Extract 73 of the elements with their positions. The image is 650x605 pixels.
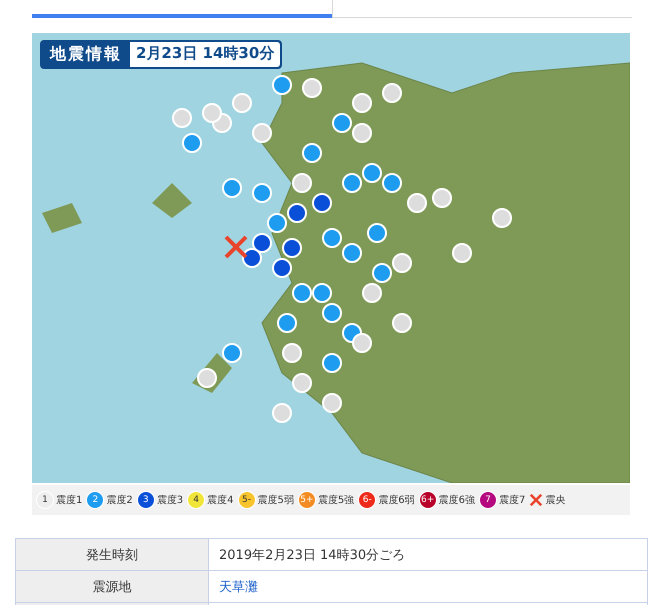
station-marker — [222, 343, 242, 363]
station-marker — [282, 238, 302, 258]
station-marker — [372, 263, 392, 283]
station-marker — [352, 123, 372, 143]
legend-label: 震度5弱 — [258, 494, 294, 507]
map-date: 2月23日 14時30分 — [130, 42, 280, 67]
station-marker — [272, 75, 292, 95]
station-marker — [392, 313, 412, 333]
station-marker — [272, 403, 292, 423]
station-marker — [232, 93, 252, 113]
station-marker — [252, 183, 272, 203]
station-marker — [222, 178, 242, 198]
station-marker — [452, 243, 472, 263]
station-marker — [492, 208, 512, 228]
island — [42, 203, 82, 233]
location-link[interactable]: 天草灘 — [219, 580, 258, 594]
island — [152, 183, 192, 218]
station-marker — [287, 203, 307, 223]
station-marker — [267, 213, 287, 233]
station-marker — [322, 303, 342, 323]
station-marker — [342, 173, 362, 193]
intensity-marker: 6- — [358, 491, 376, 509]
intensity-marker: 2 — [86, 491, 104, 509]
station-marker — [382, 173, 402, 193]
station-marker — [172, 108, 192, 128]
station-marker — [352, 333, 372, 353]
station-marker — [202, 103, 222, 123]
station-marker — [302, 78, 322, 98]
legend-label: 震度7 — [499, 494, 526, 507]
legend-label: 震度1 — [56, 494, 82, 507]
station-marker — [332, 113, 352, 133]
station-marker — [252, 123, 272, 143]
legend-label: 震度6弱 — [378, 494, 415, 507]
legend-label: 震央 — [545, 494, 566, 507]
station-marker — [322, 353, 342, 373]
station-marker — [382, 83, 402, 103]
legend-label: 震度2 — [106, 494, 133, 507]
station-marker — [292, 373, 312, 393]
station-marker — [362, 163, 382, 183]
table-cell: 2019年2月23日 14時30分ごろ — [208, 538, 648, 570]
station-marker — [407, 193, 427, 213]
legend-label: 震度3 — [156, 494, 184, 507]
station-marker — [352, 93, 372, 113]
station-marker — [432, 188, 452, 208]
intensity-marker: 4 — [187, 491, 206, 509]
map-title: 地震情報 — [48, 43, 123, 65]
legend-label: 震度6強 — [438, 494, 475, 507]
legend-label: 震度5強 — [318, 494, 354, 507]
station-marker — [272, 258, 292, 278]
station-marker — [312, 283, 332, 303]
station-marker — [367, 223, 387, 243]
table-header-cell: 震源地 — [16, 570, 208, 602]
intensity-marker: 1 — [36, 491, 54, 509]
station-marker — [277, 313, 297, 333]
intensity-marker: 5+ — [298, 491, 316, 509]
epicenter-cross-icon — [224, 235, 248, 259]
station-marker — [392, 253, 412, 273]
intensity-marker: 6+ — [418, 491, 437, 509]
intensity-marker: 7 — [479, 491, 497, 509]
station-marker — [322, 393, 342, 413]
station-marker — [182, 133, 202, 153]
station-marker — [292, 283, 312, 303]
station-marker — [282, 343, 302, 363]
station-marker — [292, 173, 312, 193]
station-marker — [362, 283, 382, 303]
station-marker — [312, 193, 332, 213]
station-marker — [342, 243, 362, 263]
table-header-cell: 発生時刻 — [16, 538, 208, 570]
station-marker — [322, 228, 342, 248]
intensity-marker: 3 — [136, 491, 155, 509]
intensity-marker: 5- — [238, 491, 256, 509]
legend-label: 震度4 — [207, 494, 234, 507]
station-marker — [302, 143, 322, 163]
